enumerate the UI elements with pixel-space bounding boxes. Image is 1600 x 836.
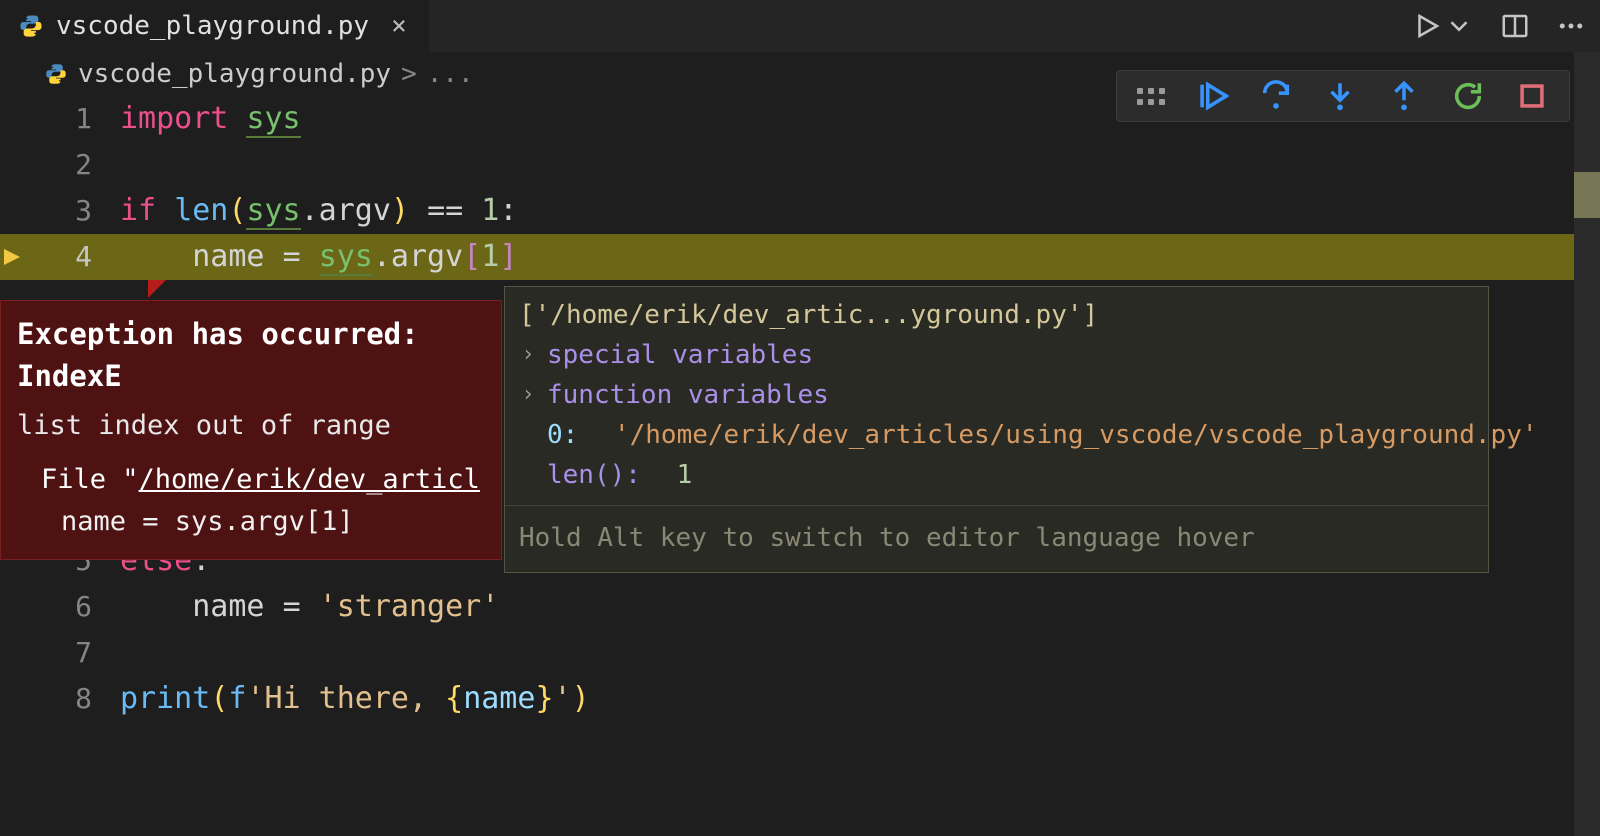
vars-function-row[interactable]: › function variables — [519, 375, 1474, 415]
vars-special-row[interactable]: › special variables — [519, 335, 1474, 375]
chevron-right-icon: › — [519, 375, 537, 415]
chevron-down-icon[interactable] — [1444, 11, 1474, 41]
breadcrumb-sep: > — [401, 59, 417, 89]
drag-handle-icon[interactable] — [1137, 88, 1165, 105]
line-number: 2 — [75, 142, 92, 188]
line-number: 7 — [75, 630, 92, 676]
code-line[interactable]: 8 print(f'Hi there, {name}') — [0, 676, 1600, 722]
error-caret-icon — [148, 280, 166, 298]
code-line[interactable]: 3 if len(sys.argv) == 1: — [0, 188, 1600, 234]
restart-icon[interactable] — [1451, 79, 1485, 113]
split-editor-icon[interactable] — [1500, 11, 1530, 41]
exception-message: list index out of range — [17, 405, 485, 447]
step-out-icon[interactable] — [1387, 79, 1421, 113]
variables-hover: ['/home/erik/dev_artic...yground.py'] › … — [504, 286, 1489, 573]
exception-panel: Exception has occurred: IndexE list inde… — [0, 300, 502, 560]
exception-file-link[interactable]: /home/erik/dev_articl — [139, 464, 480, 495]
line-number: 8 — [75, 676, 92, 722]
more-icon[interactable] — [1556, 11, 1586, 41]
tab-active[interactable]: vscode_playground.py × — [0, 0, 429, 52]
vars-footer-hint: Hold Alt key to switch to editor languag… — [505, 505, 1488, 572]
tab-actions — [1412, 0, 1586, 52]
step-over-icon[interactable] — [1259, 79, 1293, 113]
line-number: 1 — [75, 96, 92, 142]
exception-code-line: name = sys.argv[1] — [17, 501, 485, 543]
code-line[interactable]: 6 name = 'stranger' — [0, 584, 1600, 630]
line-number: 6 — [75, 584, 92, 630]
code-line-current[interactable]: 4 name = sys.argv[1] — [0, 234, 1600, 280]
vars-summary-row[interactable]: ['/home/erik/dev_artic...yground.py'] — [519, 295, 1474, 335]
run-icon[interactable] — [1412, 11, 1442, 41]
line-number: 3 — [75, 188, 92, 234]
scrollbar[interactable] — [1574, 52, 1600, 836]
exception-title: Exception has occurred: IndexE — [17, 313, 485, 397]
breadcrumb-rest: ... — [427, 59, 474, 89]
tab-bar: vscode_playground.py × — [0, 0, 1600, 52]
continue-icon[interactable] — [1195, 79, 1229, 113]
execution-pointer-icon — [0, 245, 24, 269]
exception-file-label: File " — [41, 464, 139, 495]
line-number: 4 — [75, 234, 92, 280]
scroll-marker — [1574, 172, 1600, 218]
code-line[interactable]: 7 — [0, 630, 1600, 676]
close-icon[interactable]: × — [391, 13, 407, 39]
code-line[interactable]: 2 — [0, 142, 1600, 188]
stop-icon[interactable] — [1515, 79, 1549, 113]
breadcrumb-file: vscode_playground.py — [78, 59, 391, 89]
vars-len-row[interactable]: len(): 1 — [519, 455, 1474, 495]
chevron-right-icon: › — [519, 335, 537, 375]
tab-filename: vscode_playground.py — [56, 11, 369, 41]
python-icon — [18, 13, 44, 39]
debug-toolbar[interactable] — [1116, 70, 1570, 122]
step-into-icon[interactable] — [1323, 79, 1357, 113]
vars-index-row[interactable]: 0: '/home/erik/dev_articles/using_vscode… — [519, 415, 1474, 455]
python-icon — [44, 62, 68, 86]
